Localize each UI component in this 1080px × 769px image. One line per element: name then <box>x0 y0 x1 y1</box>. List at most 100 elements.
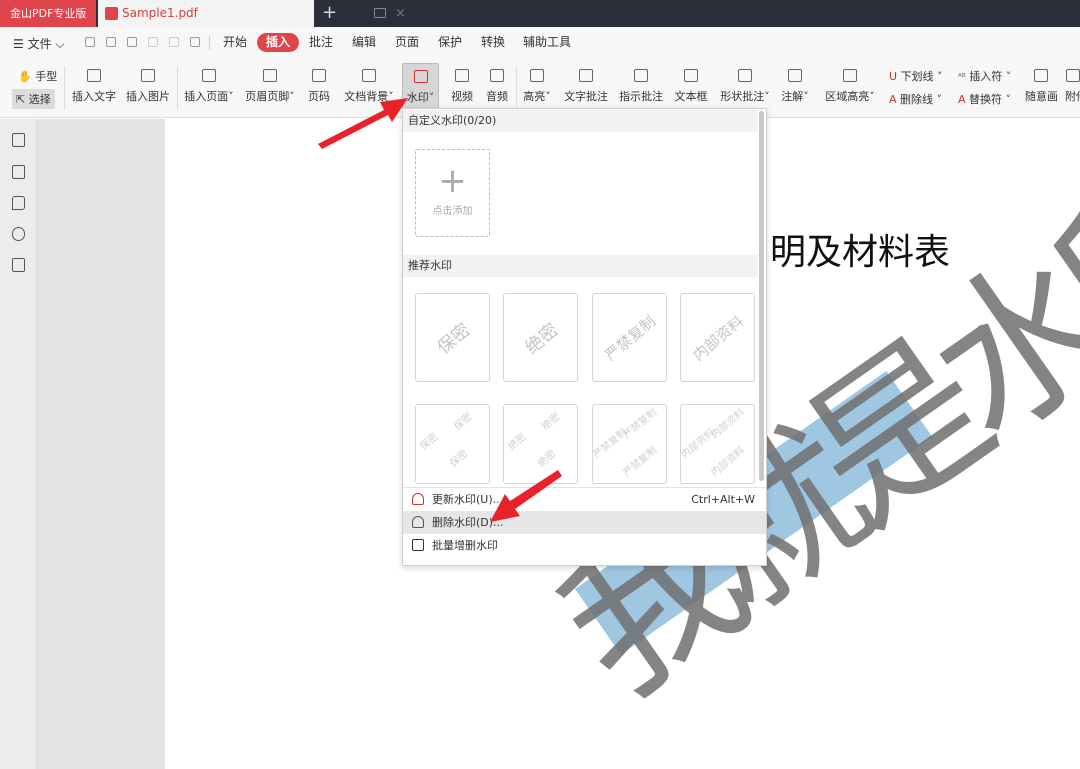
tab-annotate[interactable]: 批注 <box>307 33 335 52</box>
watermark-tile-text: 严禁复制 <box>621 444 660 480</box>
watermark-card-top-secret[interactable]: 绝密 <box>503 293 578 382</box>
add-watermark-label: 点击添加 <box>432 206 473 217</box>
update-watermark-icon <box>412 493 424 505</box>
area-highlight-icon <box>843 69 857 82</box>
hand-tool[interactable]: ✋ 手型 <box>18 68 57 84</box>
watermark-tile-internal[interactable]: 内部资料 内部资料 内部资料 <box>680 404 755 484</box>
watermark-card-text: 内部资料 <box>689 311 747 365</box>
title-bar: 金山PDF专业版 Sample1.pdf × + <box>0 0 1080 27</box>
callout-icon <box>634 69 648 82</box>
watermark-card-confidential[interactable]: 保密 <box>415 293 490 382</box>
custom-watermark-header: 自定义水印(0/20) <box>403 110 758 132</box>
close-tab-icon[interactable]: × <box>395 0 406 27</box>
update-watermark-item[interactable]: 更新水印(U)... Ctrl+Alt+W <box>403 488 766 511</box>
replace-mark-icon: A <box>958 93 966 106</box>
document-tab[interactable]: Sample1.pdf × <box>98 0 406 27</box>
callout-label: 指示批注 <box>619 90 663 103</box>
signature-icon[interactable] <box>12 258 25 272</box>
dropdown-scrollbar[interactable] <box>759 111 764 481</box>
update-watermark-shortcut: Ctrl+Alt+W <box>691 493 755 506</box>
insert-mark-label: 插入符 ˅ <box>969 70 1012 83</box>
select-tool[interactable]: ⇱ 选择 <box>12 89 55 109</box>
audio-label: 音频 <box>486 90 508 103</box>
insert-text-label: 插入文字 <box>72 90 116 103</box>
note-icon <box>788 69 802 82</box>
comment-icon[interactable] <box>12 196 25 210</box>
pdf-file-icon <box>105 7 118 20</box>
highlight-label: 高亮˅ <box>523 90 551 103</box>
header-footer-button[interactable]: 页眉页脚˅ <box>243 58 297 116</box>
watermark-tile-text: 保密 <box>418 431 441 453</box>
tab-convert[interactable]: 转换 <box>479 33 507 52</box>
area-highlight-button[interactable]: 区域高亮˅ <box>823 58 877 116</box>
plus-icon: + <box>438 161 467 201</box>
watermark-tile-text: 保密 <box>448 448 471 470</box>
window-icon[interactable] <box>374 8 386 18</box>
shape-annotation-label: 形状批注˅ <box>720 90 770 103</box>
batch-watermark-item[interactable]: 批量增删水印 <box>403 534 766 557</box>
save-icon[interactable] <box>106 37 116 47</box>
select-tool-label: 选择 <box>28 93 51 106</box>
bookmark-icon[interactable] <box>12 133 25 147</box>
tab-tools[interactable]: 辅助工具 <box>521 33 573 52</box>
note-button[interactable]: 注解˅ <box>780 58 810 116</box>
watermark-card-text: 严禁复制 <box>601 311 659 365</box>
menu-bar: ☰ 文件 ⌵ 开始 插入 批注 编辑 页面 保护 转换 辅助工具 <box>0 27 1080 58</box>
delete-watermark-item[interactable]: 删除水印(D)... <box>403 511 766 534</box>
file-menu[interactable]: ☰ 文件 ⌵ <box>13 35 64 52</box>
document-background <box>37 119 165 769</box>
header-footer-icon <box>263 69 277 82</box>
watermark-tile-no-copy[interactable]: 严禁复制 严禁复制 严禁复制 <box>592 404 667 484</box>
watermark-card-internal[interactable]: 内部资料 <box>680 293 755 382</box>
textbox-label: 文本框 <box>674 90 708 103</box>
underline-tool[interactable]: U 下划线 ˅ <box>889 68 943 84</box>
hand-tool-label: 手型 <box>35 70 58 83</box>
note-label: 注解˅ <box>781 90 809 103</box>
thumbnail-icon[interactable] <box>12 165 25 179</box>
freehand-button[interactable]: 随意画 <box>1025 58 1058 116</box>
new-tab-icon[interactable]: + <box>322 0 337 26</box>
left-sidebar <box>0 119 37 769</box>
insert-text-button[interactable]: 插入文字 <box>70 58 118 116</box>
watermark-tile-text: 保密 <box>452 411 475 433</box>
text-comment-label: 文字批注 <box>564 90 608 103</box>
more-icon[interactable] <box>190 37 200 47</box>
textbox-icon <box>684 69 698 82</box>
delete-watermark-icon <box>412 516 424 528</box>
tab-edit[interactable]: 编辑 <box>350 33 378 52</box>
attachment-button[interactable]: 附件 <box>1065 58 1080 116</box>
tab-page[interactable]: 页面 <box>393 33 421 52</box>
redo-icon[interactable] <box>169 37 179 47</box>
insert-mark-icon: ᴬᴮ <box>958 73 966 83</box>
watermark-tile-text: 绝密 <box>540 411 563 433</box>
tab-protect[interactable]: 保护 <box>436 33 464 52</box>
insert-mark-tool[interactable]: ᴬᴮ 插入符 ˅ <box>958 68 1011 84</box>
watermark-card-text: 绝密 <box>520 319 563 359</box>
strike-icon: A <box>889 93 897 106</box>
ribbon-separator <box>516 66 517 110</box>
open-icon[interactable] <box>85 37 95 47</box>
header-footer-label: 页眉页脚˅ <box>245 90 295 103</box>
tab-insert[interactable]: 插入 <box>257 33 300 52</box>
tab-start[interactable]: 开始 <box>221 33 249 52</box>
app-tab[interactable]: 金山PDF专业版 <box>0 0 96 27</box>
undo-icon[interactable] <box>148 37 158 47</box>
replace-mark-tool[interactable]: A 替换符 ˅ <box>958 91 1011 107</box>
watermark-tile-confidential[interactable]: 保密 保密 保密 <box>415 404 490 484</box>
text-comment-icon <box>579 69 593 82</box>
replace-mark-label: 替换符 ˅ <box>969 93 1012 106</box>
attachment-panel-icon[interactable] <box>12 227 25 241</box>
underline-icon: U <box>889 70 898 83</box>
recommended-watermark-header: 推荐水印 <box>403 255 758 277</box>
strike-tool[interactable]: A 删除线 ˅ <box>889 91 942 107</box>
insert-page-button[interactable]: 插入页面˅ <box>183 58 235 116</box>
image-icon <box>141 69 155 82</box>
red-arrow-to-delete <box>490 470 562 522</box>
add-watermark-button[interactable]: + 点击添加 <box>415 149 490 237</box>
print-icon[interactable] <box>127 37 137 47</box>
insert-image-button[interactable]: 插入图片 <box>124 58 172 116</box>
insert-page-label: 插入页面˅ <box>184 90 234 103</box>
watermark-card-no-copy[interactable]: 严禁复制 <box>592 293 667 382</box>
batch-watermark-icon <box>412 539 424 551</box>
ribbon-separator <box>177 66 178 110</box>
